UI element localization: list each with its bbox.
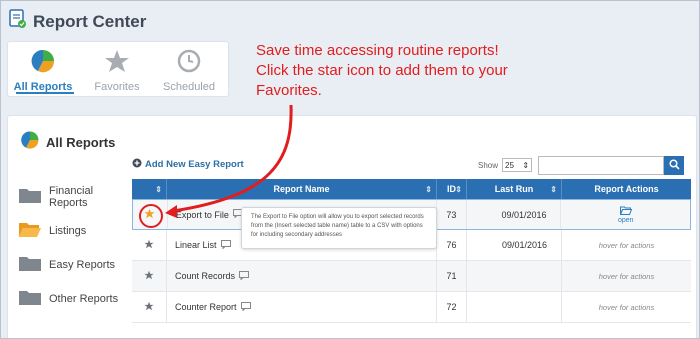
table-row[interactable]: Counter Report 72 hover for actions	[132, 292, 691, 323]
callout-annotation: Save time accessing routine reports! Cli…	[256, 42, 508, 99]
tab-all-reports[interactable]: All Reports	[10, 48, 76, 94]
open-report-button[interactable]: open	[618, 206, 634, 224]
report-actions-cell: open	[561, 200, 690, 229]
pie-chart-icon	[30, 49, 56, 78]
add-link-label: Add New Easy Report	[145, 159, 244, 170]
page-size-value: 25	[505, 160, 514, 170]
sidebar-item-easy-reports[interactable]: Easy Reports	[18, 248, 130, 282]
clock-icon	[176, 49, 202, 78]
report-name-cell[interactable]: Counter Report	[167, 292, 437, 322]
app-window: Report Center All Reports Favorites Sche…	[0, 0, 700, 339]
report-id: 76	[437, 230, 467, 260]
report-name: Linear List	[175, 240, 217, 250]
column-header-id[interactable]: ID ⇕	[437, 179, 467, 199]
star-icon	[144, 270, 154, 282]
report-id: 71	[437, 261, 467, 291]
report-last-run	[467, 292, 562, 322]
column-header-label: Report Actions	[594, 184, 659, 194]
table-row[interactable]: Count Records 71 hover for actions	[132, 261, 691, 292]
sidebar-item-label: Easy Reports	[49, 259, 116, 271]
favorite-toggle[interactable]	[132, 261, 167, 291]
report-actions-hint: hover for actions	[598, 302, 655, 312]
star-icon	[104, 50, 130, 78]
table-header-row: ⇕ Report Name ⇕ ID ⇕ Last Run ⇕ Report Acti…	[132, 179, 691, 199]
star-icon	[144, 301, 154, 313]
search-input[interactable]	[538, 156, 664, 175]
section-header: All Reports	[20, 130, 115, 155]
sort-icon: ⇕	[425, 184, 432, 194]
column-header-favorite[interactable]: ⇕	[132, 179, 167, 199]
report-id: 73	[437, 200, 467, 229]
app-header: Report Center	[9, 9, 146, 34]
report-last-run	[467, 261, 562, 291]
report-name: Counter Report	[175, 302, 237, 312]
tab-label: Scheduled	[163, 81, 215, 93]
page-size-control: Show 25 ⇕	[478, 158, 533, 172]
search-icon	[668, 157, 680, 175]
report-tabs: All Reports Favorites Scheduled	[7, 41, 229, 97]
report-name: Count Records	[175, 271, 236, 281]
report-actions-hint: hover for actions	[598, 240, 655, 250]
report-last-run: 09/01/2016	[467, 230, 562, 260]
report-icon	[9, 9, 27, 34]
report-name: Export to File	[175, 209, 229, 220]
open-label: open	[617, 216, 634, 224]
column-header-last-run[interactable]: Last Run ⇕	[467, 179, 562, 199]
report-name-cell[interactable]: Count Records	[167, 261, 437, 291]
sort-arrows-icon: ⇕	[522, 160, 530, 170]
plus-circle-icon	[132, 158, 142, 171]
folder-open-icon	[18, 221, 42, 241]
sidebar-item-label: Financial Reports	[49, 185, 94, 209]
add-new-easy-report-link[interactable]: Add New Easy Report	[132, 158, 244, 171]
pie-chart-icon	[20, 130, 40, 155]
column-header-actions: Report Actions	[562, 179, 691, 199]
sidebar-item-label: Other Reports	[49, 293, 119, 305]
report-actions-hint: hover for actions	[598, 271, 655, 281]
search-button[interactable]	[664, 156, 684, 175]
report-id: 72	[437, 292, 467, 322]
tab-label: All Reports	[13, 81, 73, 93]
tab-label: Favorites	[94, 81, 140, 93]
tab-favorites[interactable]: Favorites	[84, 48, 150, 93]
star-icon	[144, 239, 154, 251]
folder-icon	[18, 187, 42, 207]
report-last-run: 09/01/2016	[467, 200, 562, 229]
favorite-toggle[interactable]	[132, 230, 167, 260]
tab-scheduled[interactable]: Scheduled	[156, 48, 222, 93]
column-header-label: Report Name	[273, 184, 330, 194]
comment-icon[interactable]	[239, 270, 250, 282]
sidebar-item-financial-reports[interactable]: Financial Reports	[18, 180, 130, 214]
sidebar-item-other-reports[interactable]: Other Reports	[18, 282, 130, 316]
section-title: All Reports	[46, 135, 116, 150]
sort-icon: ⇕	[155, 184, 162, 194]
sidebar-item-listings[interactable]: Listings	[18, 214, 130, 248]
comment-icon[interactable]	[240, 301, 251, 313]
column-header-label: Last Run	[494, 184, 534, 194]
sort-icon: ⇕	[550, 184, 557, 194]
folder-icon	[18, 289, 42, 309]
callout-highlight-circle	[139, 204, 163, 228]
favorite-toggle[interactable]	[132, 292, 167, 322]
show-label: Show	[478, 160, 499, 170]
category-sidebar: Financial Reports Listings Easy Reports …	[18, 180, 130, 316]
folder-open-icon	[619, 206, 632, 217]
folder-icon	[18, 255, 42, 275]
comment-icon[interactable]	[220, 239, 231, 251]
reports-table: ⇕ Report Name ⇕ ID ⇕ Last Run ⇕ Report Acti…	[132, 179, 691, 323]
report-description-tooltip: The Export to File option will allow you…	[241, 207, 437, 249]
sidebar-item-label: Listings	[49, 225, 87, 237]
column-header-name[interactable]: Report Name ⇕	[167, 179, 437, 199]
page-size-select[interactable]: 25 ⇕	[502, 158, 533, 172]
app-title: Report Center	[33, 11, 147, 31]
sort-icon: ⇕	[455, 184, 462, 194]
